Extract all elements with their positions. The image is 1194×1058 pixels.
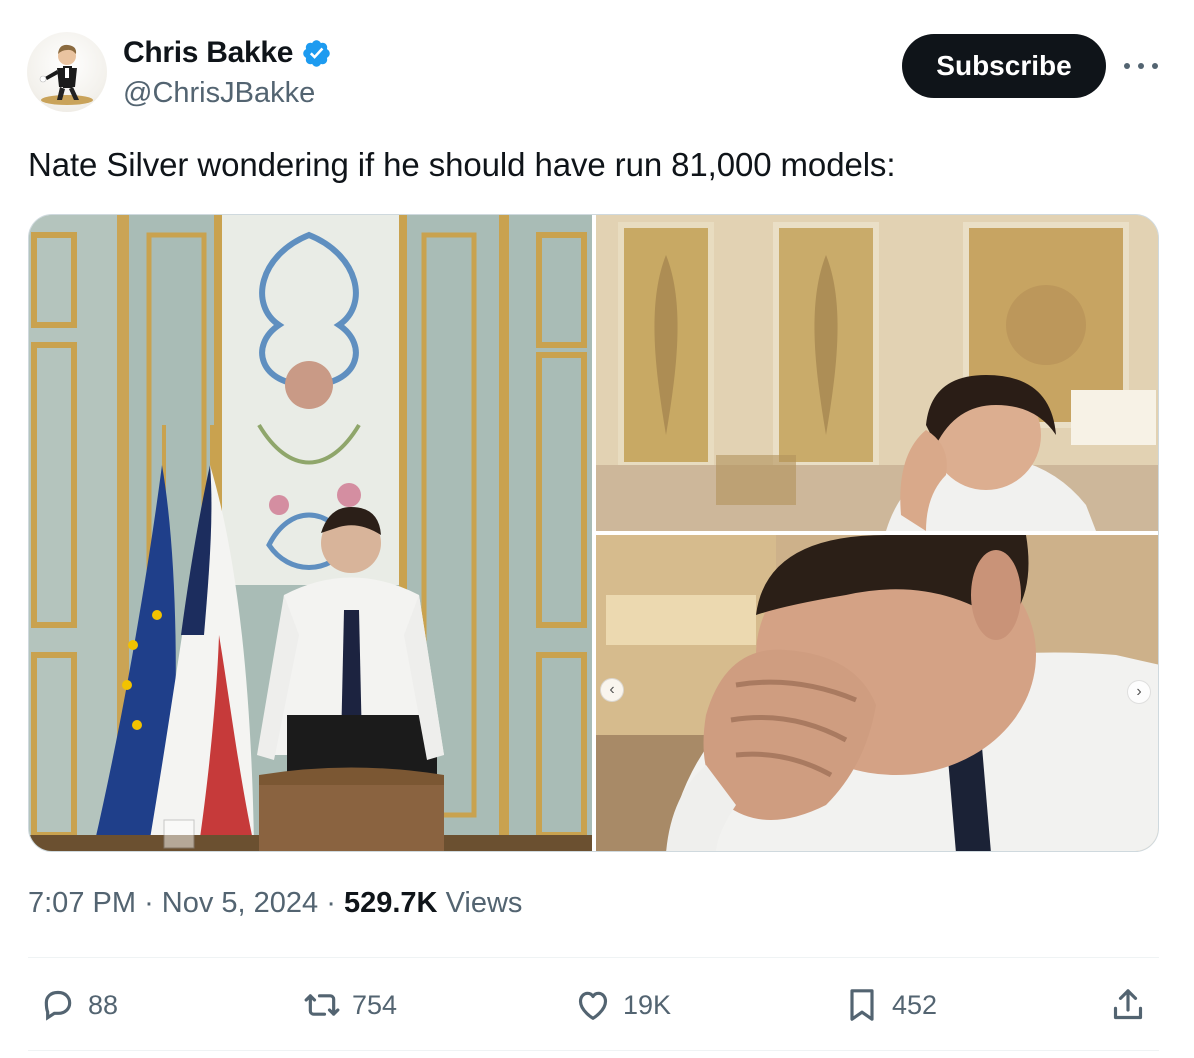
chevron-left-icon[interactable]: ‹ [600, 678, 624, 702]
repost-count: 754 [352, 989, 398, 1020]
photo-3[interactable] [596, 535, 1158, 851]
divider [28, 1050, 1159, 1051]
more-horizontal-icon[interactable] [1124, 52, 1158, 80]
views-count: 529.7K [343, 887, 438, 919]
photo-2[interactable] [596, 215, 1158, 531]
reply-icon [44, 990, 72, 1021]
reply-button[interactable]: 88 [38, 983, 118, 1027]
dot [1124, 63, 1130, 69]
tweet-meta: 7:07 PM · Nov 5, 2024 · 529.7K Views [28, 887, 522, 920]
meta-separator: · [326, 887, 336, 919]
bookmark-icon [850, 989, 874, 1021]
tweet-text: Nate Silver wondering if he should have … [28, 146, 896, 183]
dot [1138, 63, 1144, 69]
like-count: 19K [623, 989, 672, 1020]
bookmark-button[interactable]: 452 [842, 983, 937, 1027]
repost-icon [304, 994, 340, 1016]
repost-button[interactable]: 754 [302, 983, 397, 1027]
avatar-illustration [39, 44, 93, 105]
heart-icon [578, 991, 608, 1020]
meta-separator: · [144, 887, 154, 919]
share-button[interactable] [1108, 983, 1148, 1027]
author-handle[interactable]: @ChrisJBakke [123, 77, 315, 110]
share-icon [1113, 989, 1143, 1020]
author-name-row[interactable]: Chris Bakke [123, 36, 332, 70]
author-display-name[interactable]: Chris Bakke [123, 36, 293, 70]
reply-count: 88 [88, 989, 119, 1020]
chevron-right-icon[interactable]: › [1127, 680, 1151, 704]
views-label: Views [445, 887, 523, 919]
bookmark-count: 452 [892, 989, 938, 1020]
photo-1[interactable] [29, 215, 592, 851]
tweet-date[interactable]: Nov 5, 2024 [162, 887, 318, 919]
avatar[interactable] [27, 32, 107, 112]
tweet-time[interactable]: 7:07 PM [28, 887, 136, 919]
media-grid [28, 214, 1159, 852]
verified-badge-icon[interactable] [301, 38, 332, 69]
like-button[interactable]: 19K [573, 983, 671, 1027]
divider [28, 957, 1159, 958]
subscribe-button[interactable]: Subscribe [902, 34, 1106, 98]
dot [1152, 63, 1158, 69]
